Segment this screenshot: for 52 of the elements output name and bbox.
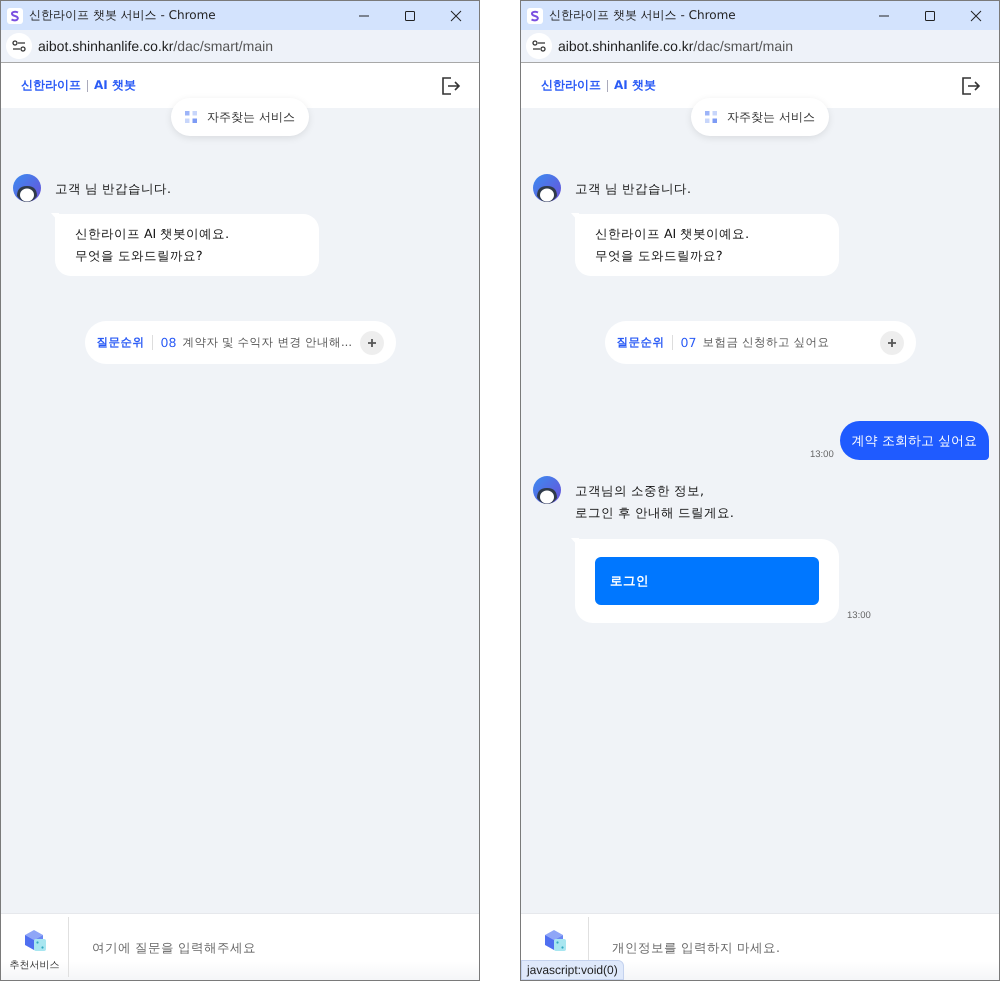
user-message-bubble: 계약 조회하고 싶어요 bbox=[840, 421, 989, 460]
brand-name: 신한라이프 bbox=[541, 77, 601, 94]
recommended-services-button[interactable]: 추천서비스 bbox=[1, 917, 69, 977]
window-title: 신한라이프 챗봇 서비스 - Chrome bbox=[549, 7, 737, 24]
logout-button[interactable] bbox=[961, 76, 981, 96]
ranking-question: 계약자 및 수익자 변경 안내해... bbox=[182, 335, 353, 350]
ranking-question: 보험금 신청하고 싶어요 bbox=[702, 335, 831, 350]
message-time: 13:00 bbox=[847, 610, 871, 621]
status-link-tooltip: javascript:void(0) bbox=[521, 960, 624, 980]
bot-message: 고객 님 반갑습니다. bbox=[55, 180, 171, 198]
sliders-icon bbox=[12, 40, 26, 52]
logout-icon bbox=[961, 76, 981, 96]
bot-avatar-icon bbox=[533, 476, 561, 504]
maximize-icon bbox=[404, 10, 416, 22]
logout-icon bbox=[441, 76, 461, 96]
grid-icon bbox=[185, 111, 198, 123]
maximize-icon bbox=[924, 10, 936, 22]
address-bar-url[interactable]: aibot.shinhanlife.co.kr/dac/smart/main bbox=[38, 38, 274, 54]
ranking-label: 질문순위 bbox=[616, 335, 672, 350]
app-logo-icon bbox=[7, 8, 23, 24]
ranking-number: 07 bbox=[680, 335, 696, 350]
grid-icon bbox=[705, 111, 718, 123]
address-bar-url[interactable]: aibot.shinhanlife.co.kr/dac/smart/main bbox=[558, 38, 794, 54]
frequent-services-button[interactable]: 자주찾는 서비스 bbox=[691, 98, 829, 136]
ranking-number: 08 bbox=[160, 335, 176, 350]
question-ranking-bar[interactable]: 질문순위 07 보험금 신청하고 싶어요 bbox=[604, 321, 916, 364]
logout-button[interactable] bbox=[441, 76, 461, 96]
bot-message: 고객님의 소중한 정보, 로그인 후 안내해 드릴게요. bbox=[575, 482, 734, 522]
bot-avatar-icon bbox=[533, 174, 561, 202]
sliders-icon bbox=[532, 40, 546, 52]
question-ranking-bar[interactable]: 질문순위 08 계약자 및 수익자 변경 안내해... bbox=[84, 321, 396, 364]
plus-icon bbox=[366, 338, 376, 348]
chat-input-field[interactable]: 여기에 질문을 입력해주세요 bbox=[90, 938, 479, 956]
brand-subtitle: AI 챗봇 bbox=[94, 77, 136, 94]
bot-avatar-icon bbox=[13, 174, 41, 202]
login-button[interactable]: 로그인 bbox=[595, 557, 819, 605]
plus-button[interactable] bbox=[360, 330, 384, 354]
site-settings-button[interactable] bbox=[526, 33, 552, 59]
brand-subtitle: AI 챗봇 bbox=[614, 77, 656, 94]
plus-icon bbox=[886, 338, 896, 348]
window-title: 신한라이프 챗봇 서비스 - Chrome bbox=[29, 7, 217, 24]
frequent-services-button[interactable]: 자주찾는 서비스 bbox=[171, 98, 309, 136]
site-settings-button[interactable] bbox=[6, 33, 32, 59]
close-icon bbox=[970, 10, 982, 22]
app-logo-icon bbox=[527, 8, 543, 24]
plus-button[interactable] bbox=[880, 330, 904, 354]
bot-message: 고객 님 반갑습니다. bbox=[575, 180, 691, 198]
ranking-label: 질문순위 bbox=[96, 335, 152, 350]
message-time: 13:00 bbox=[810, 449, 834, 460]
brand-name: 신한라이프 bbox=[21, 77, 81, 94]
close-icon bbox=[450, 10, 462, 22]
chat-input-field[interactable]: 개인정보를 입력하지 마세요. bbox=[610, 938, 999, 956]
